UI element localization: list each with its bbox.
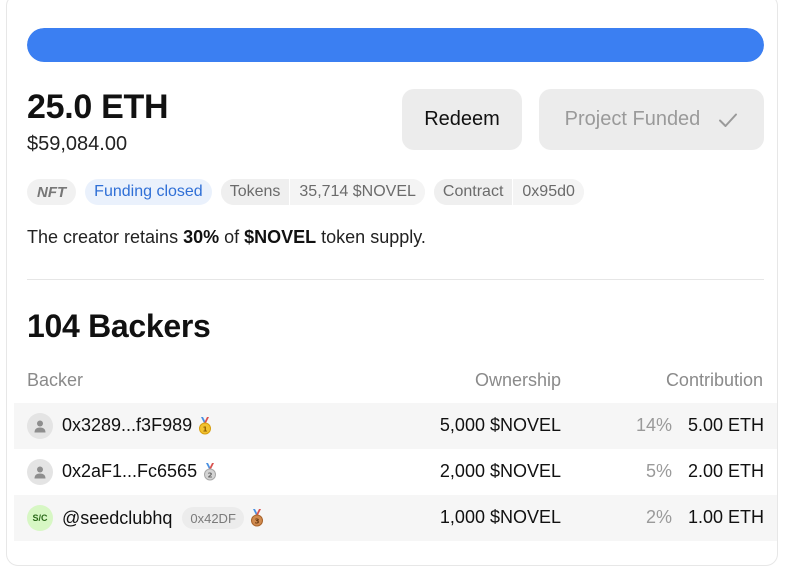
table-row[interactable]: 0x2aF1...Fc6565 2 2,000 $NOVEL 5% 2.00 E…	[14, 449, 777, 495]
funding-progress-fill	[27, 28, 764, 62]
svg-text:2: 2	[208, 471, 213, 479]
project-tags: NFT Funding closed Tokens 35,714 $NOVEL …	[27, 179, 584, 205]
backer-ownership-percent: 5%	[645, 461, 672, 481]
tokens-tag-value: 35,714 $NOVEL	[290, 179, 425, 205]
backer-address[interactable]: 0x3289...f3F989	[62, 415, 192, 436]
contract-tag[interactable]: Contract 0x95d0	[433, 179, 584, 205]
tokens-tag: Tokens 35,714 $NOVEL	[220, 179, 425, 205]
backer-contribution: 1.00 ETH	[687, 507, 764, 527]
column-header-ownership: Ownership	[474, 370, 561, 390]
redeem-button-label: Redeem	[424, 108, 500, 130]
funding-status-badge: Funding closed	[85, 179, 212, 205]
project-funded-button[interactable]: Project Funded	[539, 89, 764, 150]
backers-title: 104 Backers	[27, 308, 211, 344]
retains-suffix: token supply.	[316, 227, 426, 247]
backer-ownership: 2,000 $NOVEL	[439, 461, 561, 481]
project-funded-label: Project Funded	[564, 108, 701, 130]
silver-medal-icon: 2	[203, 462, 217, 481]
backer-ownership: 5,000 $NOVEL	[439, 415, 561, 435]
user-icon	[27, 413, 53, 439]
backer-name[interactable]: @seedclubhq 0x42DF 3	[62, 507, 264, 529]
creator-retains-text: The creator retains 30% of $NOVEL token …	[27, 227, 426, 248]
backer-address[interactable]: 0x2aF1...Fc6565	[62, 461, 197, 482]
retains-percent: 30%	[183, 227, 220, 247]
column-header-contribution: Contribution	[665, 370, 763, 390]
section-divider	[27, 279, 764, 280]
gold-medal-icon: 1	[198, 416, 212, 435]
table-row[interactable]: S/C @seedclubhq 0x42DF 3 1,000 $NOVEL 2%…	[14, 495, 777, 541]
retains-prefix: The creator retains	[27, 227, 184, 247]
svg-text:3: 3	[254, 517, 259, 525]
backer-contribution: 5.00 ETH	[687, 415, 764, 435]
table-row[interactable]: 0x3289...f3F989 1 5,000 $NOVEL 14% 5.00 …	[14, 403, 777, 449]
contract-address-link[interactable]: 0x95d0	[513, 179, 584, 205]
backer-handle[interactable]: @seedclubhq	[62, 508, 172, 529]
bronze-medal-icon: 3	[250, 509, 264, 527]
tokens-tag-key: Tokens	[220, 179, 291, 205]
amount-raised-usd: $59,084.00	[27, 133, 128, 155]
contract-tag-key: Contract	[433, 179, 514, 205]
retains-token: $NOVEL	[244, 227, 317, 247]
svg-text:1: 1	[203, 425, 208, 433]
backer-name[interactable]: 0x3289...f3F989 1	[62, 415, 212, 436]
backer-address-chip[interactable]: 0x42DF	[182, 507, 244, 529]
retains-middle: of	[219, 227, 245, 247]
funding-progress-bar	[27, 28, 764, 62]
backer-ownership-percent: 14%	[635, 415, 672, 435]
backer-ownership-percent: 2%	[645, 507, 672, 527]
check-icon	[718, 112, 738, 128]
nft-tag: NFT	[27, 179, 77, 205]
backer-ownership: 1,000 $NOVEL	[439, 507, 561, 527]
backer-contribution: 2.00 ETH	[687, 461, 764, 481]
backer-name[interactable]: 0x2aF1...Fc6565 2	[62, 461, 217, 482]
seedclub-avatar: S/C	[27, 505, 53, 531]
column-header-backer: Backer	[27, 370, 84, 390]
user-icon	[27, 459, 53, 485]
redeem-button[interactable]: Redeem	[402, 89, 522, 150]
amount-raised-eth: 25.0 ETH	[27, 88, 169, 126]
